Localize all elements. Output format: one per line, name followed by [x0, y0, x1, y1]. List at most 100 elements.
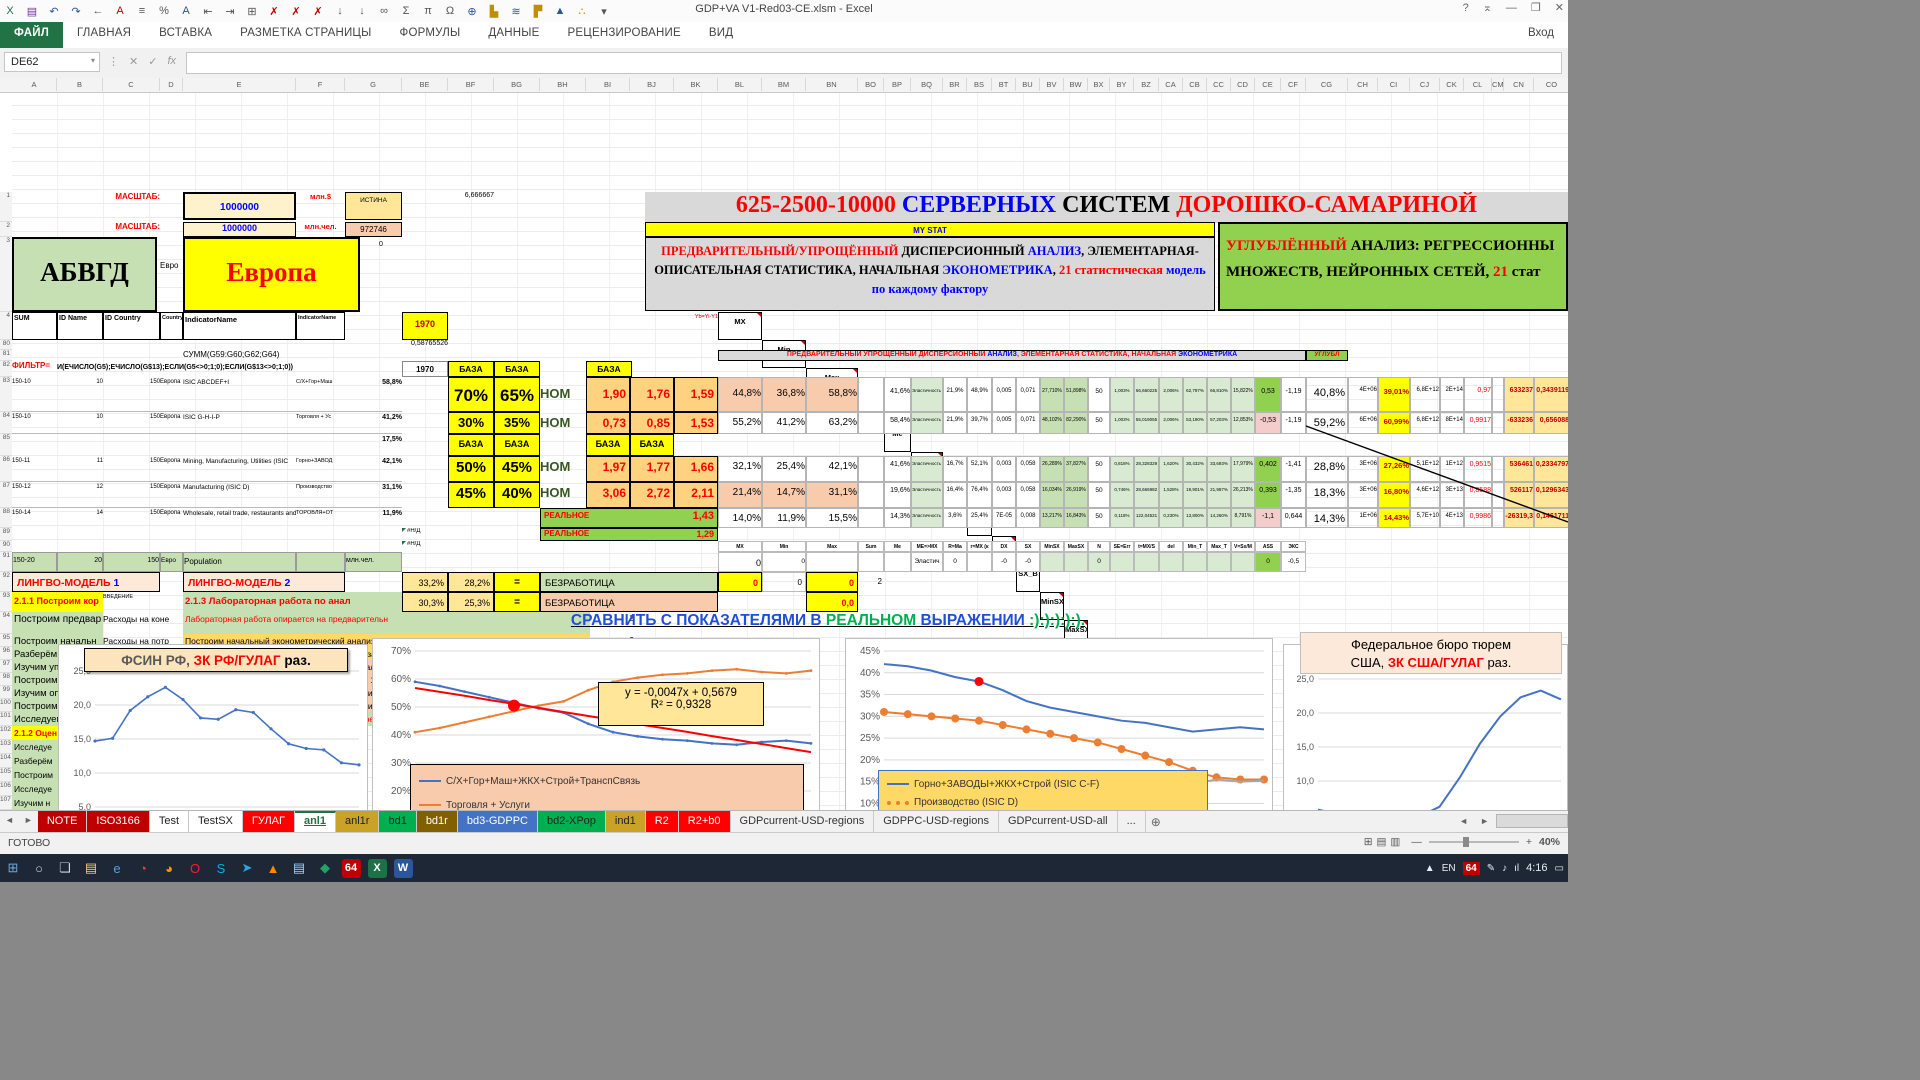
unemp-pct[interactable]: 33,2%	[402, 572, 448, 592]
tray-up-icon[interactable]: ▲	[1425, 863, 1435, 874]
data-cell[interactable]: 150	[103, 482, 160, 508]
stat-cell[interactable]: -0	[1016, 552, 1040, 572]
stat-cell[interactable]	[1159, 552, 1183, 572]
stat-cell[interactable]: 28,666982	[1134, 482, 1159, 508]
stat-cell[interactable]: -1,19	[1281, 412, 1306, 434]
stat-cell[interactable]: 0	[762, 552, 806, 572]
value-cell[interactable]: 0,85	[630, 412, 674, 434]
row-header[interactable]: 89	[0, 528, 12, 541]
name-box[interactable]: DE62▾	[4, 52, 100, 72]
stat-cell[interactable]: 41,2%	[762, 412, 806, 434]
population-cell[interactable]: млн.чел.	[345, 552, 402, 572]
row-header[interactable]: 106	[0, 782, 12, 796]
stat-right-cell[interactable]: 39,01%	[1378, 377, 1410, 412]
cancel-icon[interactable]: ✕	[129, 55, 138, 68]
telegram-icon[interactable]: ➤	[234, 856, 260, 880]
column-header[interactable]: CL	[1464, 78, 1492, 91]
row-header[interactable]: 86	[0, 456, 12, 482]
nom-cell[interactable]: НОМ	[540, 456, 586, 482]
stat-cell[interactable]	[1183, 552, 1207, 572]
column-header[interactable]: BM	[762, 78, 806, 91]
baza-cell[interactable]: БАЗА	[630, 434, 674, 456]
row-header[interactable]: 83	[0, 377, 12, 412]
data-cell[interactable]: 150-10	[12, 377, 57, 412]
base-pct-cell[interactable]: 40%	[494, 482, 540, 508]
column-header[interactable]: BG	[494, 78, 540, 91]
row-header[interactable]: 91	[0, 552, 12, 572]
stat-cell[interactable]: 0,071	[1016, 412, 1040, 434]
stat-cell[interactable]: 82,290%	[1064, 412, 1088, 434]
stat-right-cell[interactable]: 40,8%	[1306, 377, 1348, 412]
stat-cell[interactable]: 25,4%	[967, 508, 992, 528]
stat-right-cell[interactable]	[1492, 482, 1504, 508]
zero-cell[interactable]: 0	[718, 572, 762, 592]
view-shortcuts[interactable]: ⊞▤▥	[1364, 836, 1405, 848]
stat-cell[interactable]: 0	[1255, 552, 1281, 572]
stat-cell[interactable]	[858, 508, 884, 528]
worksheet-area[interactable]: ABCDEFGBEBFBGBHBIBJBKBLBMBNBOBPBQBRBSBTB…	[0, 78, 1568, 810]
column-header[interactable]: CD	[1231, 78, 1255, 91]
stat-right-cell[interactable]: 14,43%	[1378, 508, 1410, 528]
stat-cell[interactable]	[858, 412, 884, 434]
stat-cell[interactable]: 0	[718, 552, 762, 572]
data-cell[interactable]: 150	[103, 412, 160, 434]
column-header[interactable]: CK	[1440, 78, 1464, 91]
row-header[interactable]: 95	[0, 634, 12, 647]
stat-cell[interactable]: 25,4%	[762, 456, 806, 482]
namebox-dropdown-icon[interactable]: ▾	[91, 56, 95, 65]
stat-cell[interactable]: 36,8%	[762, 377, 806, 412]
value-cell[interactable]: 2,11	[674, 482, 718, 508]
zoom-in-icon[interactable]: +	[1526, 836, 1532, 848]
fx-icon[interactable]: fx	[167, 55, 176, 68]
base-pct-cell[interactable]: 30%	[448, 412, 494, 434]
data-cell[interactable]: 150	[103, 377, 160, 412]
formula-input[interactable]	[186, 52, 1562, 74]
ribbon-tab-1[interactable]: ГЛАВНАЯ	[63, 22, 145, 48]
stat-cell[interactable]: 0,644	[1281, 508, 1306, 528]
tabs-nav-right-icon[interactable]: ►	[19, 811, 38, 833]
nom-cell[interactable]: НОМ	[540, 377, 586, 412]
data-cell[interactable]: 150-12	[12, 482, 57, 508]
pen-icon[interactable]: ✎	[1487, 863, 1495, 874]
stat-cell[interactable]: 50	[1088, 377, 1110, 412]
stat-cell[interactable]: 122,04521	[1134, 508, 1159, 528]
stat-cell[interactable]: 13,800%	[1183, 508, 1207, 528]
tab-scroll-right-icon[interactable]: ►	[1475, 812, 1494, 830]
data-cell[interactable]: 150	[103, 508, 160, 528]
nom-cell[interactable]: НОМ	[540, 482, 586, 508]
zoom-slider[interactable]	[1429, 841, 1519, 843]
sheet-tab-gdppc-usd-regions[interactable]: GDPPC-USD-regions	[874, 811, 999, 833]
column-header[interactable]: C	[103, 78, 160, 91]
vlc-icon[interactable]: ▲	[260, 856, 286, 880]
stat-cell[interactable]: 76,4%	[967, 482, 992, 508]
stat-right-cell[interactable]: 0,8588	[1464, 482, 1492, 508]
column-header[interactable]: BI	[586, 78, 630, 91]
unemp-pct[interactable]: 30,3%	[402, 592, 448, 612]
column-header[interactable]: CC	[1207, 78, 1231, 91]
stat-cell[interactable]: 16,4%	[943, 482, 967, 508]
column-header[interactable]: BJ	[630, 78, 674, 91]
word-icon[interactable]: W	[390, 856, 416, 880]
stat-cell[interactable]: 66,660225	[1134, 377, 1159, 412]
data-cell[interactable]: Торговля + Ус	[296, 412, 345, 434]
stat-cell[interactable]: 26,919%	[1064, 482, 1088, 508]
stat-cell[interactable]	[1134, 552, 1159, 572]
stat-cell[interactable]	[1040, 552, 1064, 572]
stat-cell[interactable]: -0	[992, 552, 1016, 572]
stat-cell[interactable]: -0,53	[1255, 412, 1281, 434]
tab-scroll-controls[interactable]: ◄ ►	[1454, 810, 1568, 832]
value-cell[interactable]: 1,53	[674, 412, 718, 434]
stat-right-cell[interactable]: 0,9986	[1464, 508, 1492, 528]
help-icon[interactable]: ?	[1463, 2, 1469, 14]
row-header[interactable]: 3	[0, 237, 12, 312]
data-cell[interactable]: 12	[57, 482, 103, 508]
stat-cell[interactable]: 0,071	[1016, 377, 1040, 412]
row-header[interactable]: 90	[0, 541, 12, 552]
stat-cell[interactable]: 11,9%	[762, 508, 806, 528]
row-header[interactable]: 94	[0, 612, 12, 634]
stat-cell[interactable]	[858, 377, 884, 412]
population-cell[interactable]: 150-20	[12, 552, 57, 572]
stat-cell[interactable]	[884, 552, 911, 572]
stat-cell[interactable]: -1,35	[1281, 482, 1306, 508]
row-header[interactable]: 97	[0, 660, 12, 673]
